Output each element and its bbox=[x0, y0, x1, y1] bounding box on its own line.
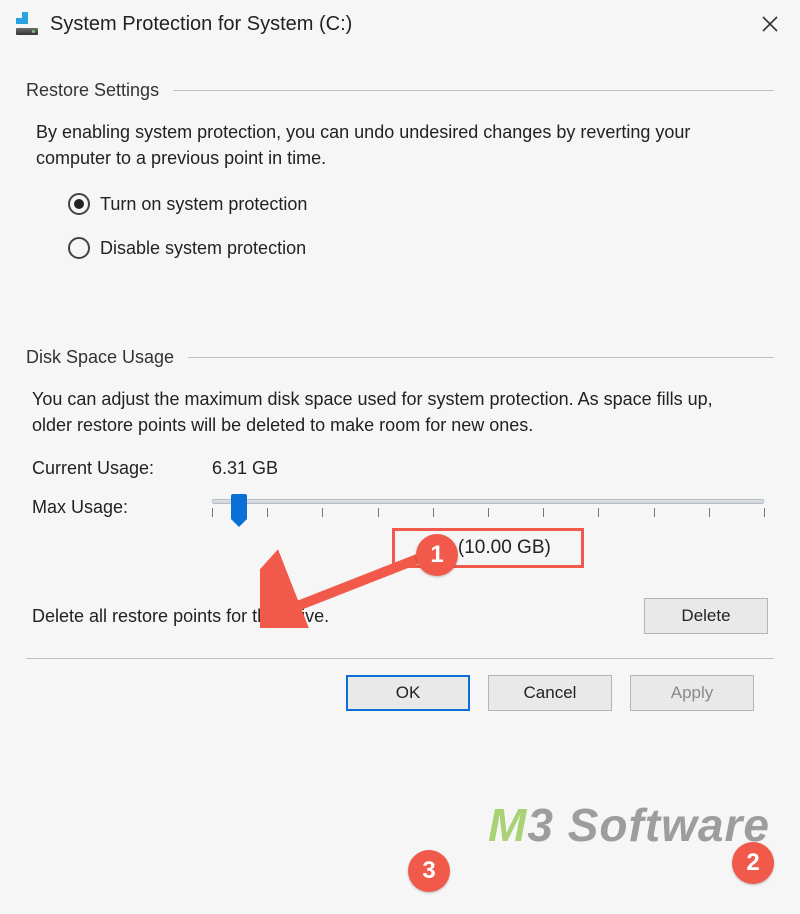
current-usage-label: Current Usage: bbox=[32, 458, 212, 479]
annotation-badge-3: 3 bbox=[408, 850, 450, 892]
delete-row: Delete all restore points for this drive… bbox=[32, 598, 768, 634]
radio-indicator-on bbox=[68, 193, 90, 215]
disk-description: You can adjust the maximum disk space us… bbox=[32, 386, 752, 438]
delete-description: Delete all restore points for this drive… bbox=[32, 606, 644, 627]
watermark: M3 Software bbox=[488, 798, 770, 852]
radio-disable[interactable]: Disable system protection bbox=[68, 237, 774, 259]
divider bbox=[173, 90, 774, 91]
current-usage-value: 6.31 GB bbox=[212, 458, 278, 479]
disk-section-header: Disk Space Usage bbox=[26, 347, 774, 368]
titlebar: System Protection for System (C:) bbox=[0, 0, 800, 52]
radio-turn-on[interactable]: Turn on system protection bbox=[68, 193, 774, 215]
restore-section-label: Restore Settings bbox=[26, 80, 159, 101]
restore-section-header: Restore Settings bbox=[26, 80, 774, 101]
max-usage-slider[interactable] bbox=[212, 499, 764, 504]
max-usage-row: Max Usage: 5% (10.00 GB) bbox=[32, 495, 774, 568]
ok-button[interactable]: OK bbox=[346, 675, 470, 711]
dialog-window: System Protection for System (C:) Restor… bbox=[0, 0, 800, 914]
dialog-buttons: OK Cancel Apply bbox=[26, 675, 774, 711]
window-title: System Protection for System (C:) bbox=[50, 13, 352, 36]
cancel-button[interactable]: Cancel bbox=[488, 675, 612, 711]
restore-description: By enabling system protection, you can u… bbox=[36, 119, 736, 171]
apply-button[interactable]: Apply bbox=[630, 675, 754, 711]
disk-section-label: Disk Space Usage bbox=[26, 347, 174, 368]
slider-ticks bbox=[212, 508, 764, 522]
close-icon bbox=[761, 15, 779, 33]
divider bbox=[26, 658, 774, 659]
radio-off-label: Disable system protection bbox=[100, 238, 306, 259]
drive-icon bbox=[16, 12, 40, 36]
max-usage-display: 5% (10.00 GB) bbox=[392, 528, 584, 568]
current-usage-row: Current Usage: 6.31 GB bbox=[32, 458, 774, 479]
protection-radio-group: Turn on system protection Disable system… bbox=[68, 193, 774, 259]
radio-indicator-off bbox=[68, 237, 90, 259]
radio-on-label: Turn on system protection bbox=[100, 194, 307, 215]
delete-button[interactable]: Delete bbox=[644, 598, 768, 634]
max-usage-label: Max Usage: bbox=[32, 495, 212, 518]
close-button[interactable] bbox=[750, 4, 790, 44]
divider bbox=[188, 357, 774, 358]
